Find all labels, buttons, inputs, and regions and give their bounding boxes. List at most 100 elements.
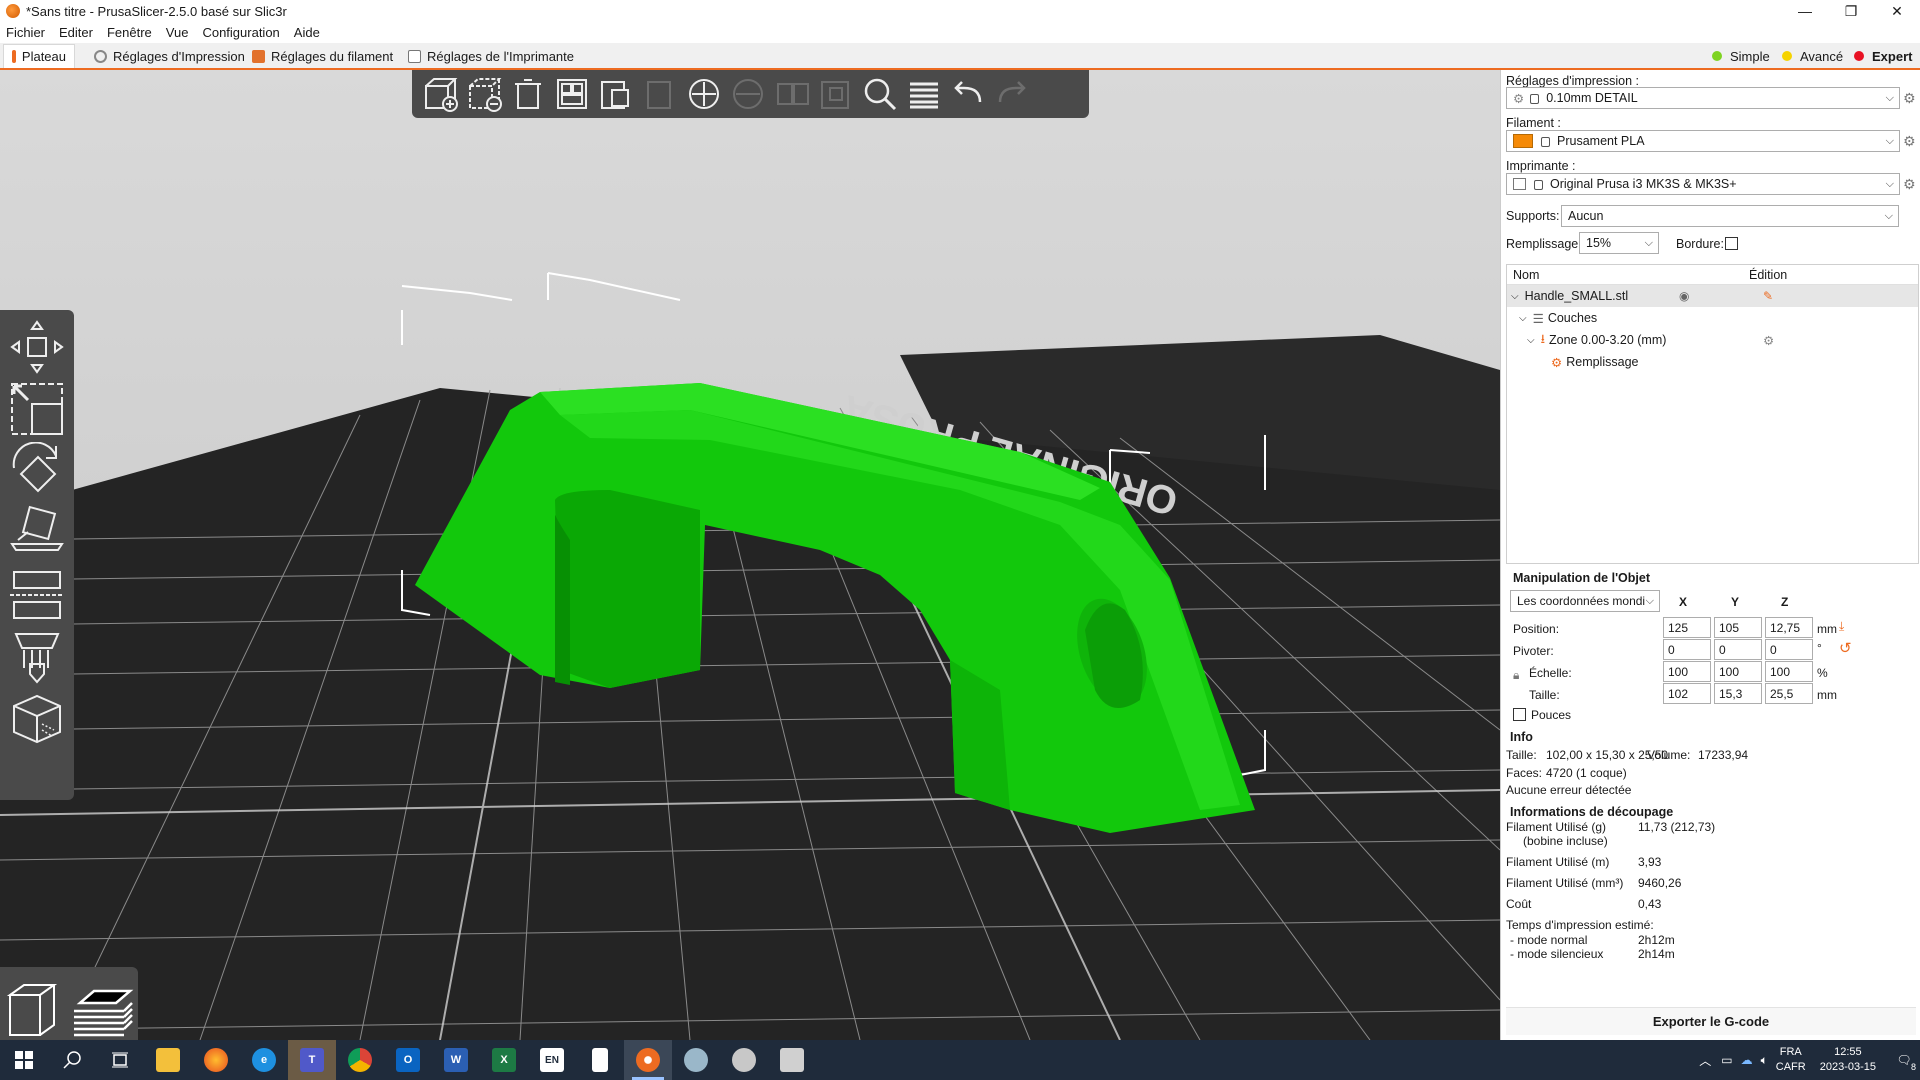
add-object-button[interactable] bbox=[418, 74, 462, 114]
rotate-tool-button[interactable] bbox=[8, 442, 66, 500]
coordinates-combo[interactable]: Les coordonnées mondi ⌵ bbox=[1510, 590, 1660, 612]
taskbar-notepad[interactable] bbox=[576, 1040, 624, 1080]
taskbar-teams[interactable]: T bbox=[288, 1040, 336, 1080]
filament-color-swatch[interactable] bbox=[1513, 134, 1533, 148]
tab-plater[interactable]: Plateau bbox=[3, 44, 75, 68]
menu-fichier[interactable]: Fichier bbox=[6, 25, 45, 40]
position-y-input[interactable]: 105 bbox=[1714, 617, 1762, 638]
scale-y-input[interactable]: 100 bbox=[1714, 661, 1762, 682]
minimize-button[interactable]: — bbox=[1782, 0, 1828, 22]
tray-chevron-up-icon[interactable]: ︿ bbox=[1699, 1052, 1711, 1069]
tree-row-layers[interactable]: ⌵ ☰ Couches bbox=[1507, 307, 1918, 329]
notifications-button[interactable]: 🗨︎ 8 bbox=[1888, 1040, 1920, 1080]
paint-supports-button[interactable] bbox=[8, 628, 66, 686]
rotate-z-input[interactable]: 0 bbox=[1765, 639, 1813, 660]
delete-all-button[interactable] bbox=[506, 74, 550, 114]
tab-printer-settings[interactable]: Réglages de l'Imprimante bbox=[400, 44, 582, 68]
position-x-input[interactable]: 125 bbox=[1663, 617, 1711, 638]
tree-row-infill[interactable]: ⚙ Remplissage bbox=[1507, 351, 1918, 373]
edit-icon[interactable]: ✎ bbox=[1763, 289, 1773, 303]
taskbar-explorer[interactable] bbox=[144, 1040, 192, 1080]
infill-combo[interactable]: 15% ⌵ bbox=[1579, 232, 1659, 254]
split-objects-button[interactable] bbox=[770, 74, 814, 114]
tree-row-range[interactable]: ⌵ ⭳ Zone 0.00-3.20 (mm) ⚙ bbox=[1507, 329, 1918, 351]
add-instance-button[interactable] bbox=[682, 74, 726, 114]
layers-editing-button[interactable] bbox=[902, 74, 946, 114]
network-icon[interactable]: ▭ bbox=[1721, 1053, 1732, 1067]
inches-checkbox[interactable] bbox=[1513, 708, 1526, 721]
volume-icon[interactable]: 🔈︎ bbox=[1761, 1053, 1768, 1068]
taskbar-outlook[interactable]: O bbox=[384, 1040, 432, 1080]
split-parts-button[interactable] bbox=[814, 74, 858, 114]
clock[interactable]: 12:55 2023-03-15 bbox=[1820, 1045, 1876, 1075]
taskbar-chrome[interactable] bbox=[336, 1040, 384, 1080]
close-button[interactable]: ✕ bbox=[1874, 0, 1920, 22]
taskbar-cmd[interactable] bbox=[768, 1040, 816, 1080]
seam-paint-button[interactable] bbox=[8, 690, 66, 748]
taskbar-prusaslicer[interactable] bbox=[624, 1040, 672, 1080]
start-button[interactable] bbox=[0, 1040, 48, 1080]
taskbar-word[interactable]: W bbox=[432, 1040, 480, 1080]
tab-print-settings[interactable]: Réglages d'Impression bbox=[86, 44, 253, 68]
printer-gear-icon[interactable]: ⚙ bbox=[1903, 177, 1917, 191]
filament-gear-icon[interactable]: ⚙ bbox=[1903, 134, 1917, 148]
arrange-button[interactable] bbox=[550, 74, 594, 114]
onedrive-icon[interactable]: ☁ bbox=[1741, 1053, 1753, 1067]
taskbar-gcode-viewer[interactable] bbox=[720, 1040, 768, 1080]
taskbar-edge[interactable]: e bbox=[240, 1040, 288, 1080]
lock-scale-icon[interactable]: 🔒︎ bbox=[1513, 668, 1519, 683]
menu-editer[interactable]: Editer bbox=[59, 25, 93, 40]
undo-button[interactable] bbox=[946, 74, 990, 114]
taskbar-paint[interactable] bbox=[672, 1040, 720, 1080]
maximize-button[interactable]: ❐ bbox=[1828, 0, 1874, 22]
menu-aide[interactable]: Aide bbox=[294, 25, 320, 40]
rotate-x-input[interactable]: 0 bbox=[1663, 639, 1711, 660]
search-button[interactable] bbox=[858, 74, 902, 114]
reset-rotation-icon[interactable]: ↺ bbox=[1839, 639, 1852, 657]
print-profile-combo[interactable]: ⚙ 0.10mm DETAIL ⌵ bbox=[1506, 87, 1900, 109]
col-edit[interactable]: Édition bbox=[1749, 268, 1787, 282]
rotate-y-input[interactable]: 0 bbox=[1714, 639, 1762, 660]
taskbar-en-app[interactable]: EN bbox=[528, 1040, 576, 1080]
copy-button[interactable] bbox=[594, 74, 638, 114]
taskbar-search-button[interactable] bbox=[48, 1040, 96, 1080]
remove-instance-button[interactable] bbox=[726, 74, 770, 114]
drop-to-bed-icon[interactable]: ⤓ bbox=[1839, 619, 1844, 634]
taskbar-excel[interactable]: X bbox=[480, 1040, 528, 1080]
delete-button[interactable] bbox=[462, 74, 506, 114]
scale-z-input[interactable]: 100 bbox=[1765, 661, 1813, 682]
move-tool-button[interactable] bbox=[8, 318, 66, 376]
export-gcode-button[interactable]: Exporter le G-code bbox=[1506, 1007, 1916, 1035]
col-name[interactable]: Nom bbox=[1513, 268, 1539, 282]
tab-filament-settings[interactable]: Réglages du filament bbox=[244, 44, 402, 68]
place-on-face-button[interactable] bbox=[8, 504, 66, 562]
size-y-input[interactable]: 15,3 bbox=[1714, 683, 1762, 704]
chevron-down-icon[interactable]: ⌵ bbox=[1511, 291, 1519, 302]
supports-combo[interactable]: Aucun ⌵ bbox=[1561, 205, 1899, 227]
chevron-down-icon[interactable]: ⌵ bbox=[1519, 313, 1527, 324]
filament-profile-combo[interactable]: Prusament PLA ⌵ bbox=[1506, 130, 1900, 152]
paste-button[interactable] bbox=[638, 74, 682, 114]
redo-button[interactable] bbox=[990, 74, 1034, 114]
3d-viewport[interactable]: ORIGINAL PRUSA bbox=[0, 70, 1500, 1040]
scale-x-input[interactable]: 100 bbox=[1663, 661, 1711, 682]
menu-vue[interactable]: Vue bbox=[166, 25, 189, 40]
size-z-input[interactable]: 25,5 bbox=[1765, 683, 1813, 704]
language-indicator[interactable]: FRA CAFR bbox=[1776, 1045, 1806, 1075]
position-z-input[interactable]: 12,75 bbox=[1765, 617, 1813, 638]
gear-icon[interactable]: ⚙ bbox=[1763, 333, 1774, 348]
mode-expert[interactable]: Expert bbox=[1848, 44, 1918, 68]
menu-configuration[interactable]: Configuration bbox=[202, 25, 279, 40]
print-settings-gear-icon[interactable]: ⚙ bbox=[1903, 91, 1917, 105]
size-x-input[interactable]: 102 bbox=[1663, 683, 1711, 704]
mode-advanced[interactable]: Avancé bbox=[1776, 44, 1849, 68]
chevron-down-icon[interactable]: ⌵ bbox=[1527, 335, 1535, 346]
eye-icon[interactable]: ◉ bbox=[1679, 289, 1689, 303]
mode-simple[interactable]: Simple bbox=[1706, 44, 1776, 68]
scale-tool-button[interactable] bbox=[8, 380, 66, 438]
task-view-button[interactable] bbox=[96, 1040, 144, 1080]
printer-profile-combo[interactable]: Original Prusa i3 MK3S & MK3S+ ⌵ bbox=[1506, 173, 1900, 195]
brim-checkbox[interactable] bbox=[1725, 237, 1738, 250]
cut-tool-button[interactable] bbox=[8, 566, 66, 624]
taskbar-firefox[interactable] bbox=[192, 1040, 240, 1080]
